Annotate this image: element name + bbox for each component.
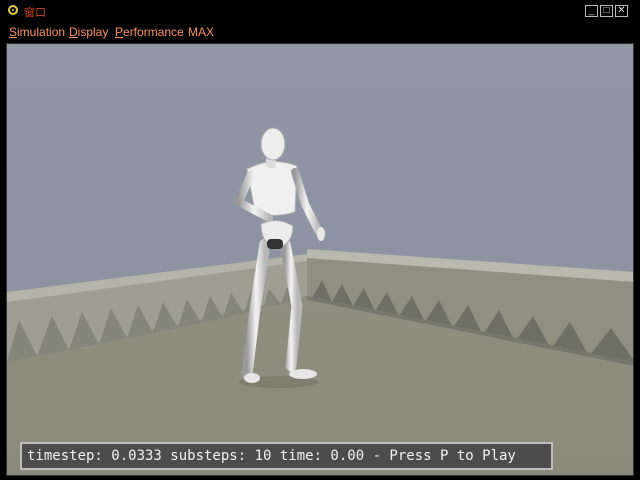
maximize-button[interactable]: □ <box>600 5 613 17</box>
3d-viewport[interactable] <box>6 43 634 476</box>
menu-bar: Simulation Display Performance MAX <box>0 22 640 42</box>
title-bar[interactable]: 窗口 _ □ ✕ <box>0 0 640 22</box>
menu-simulation-rest: imulation <box>17 25 66 39</box>
window-title: 窗口 <box>24 7 46 19</box>
app-icon[interactable] <box>8 5 18 15</box>
menu-display-mnemonic: D <box>69 25 78 39</box>
menu-simulation[interactable]: Simulation <box>9 25 65 39</box>
scene-render <box>7 44 633 475</box>
close-button[interactable]: ✕ <box>615 5 628 17</box>
head <box>260 127 286 161</box>
menu-performance[interactable]: Performance <box>115 25 184 39</box>
app-window: 窗口 _ □ ✕ Simulation Display Performance … <box>0 0 640 480</box>
menu-performance-rest: erformance <box>123 25 184 39</box>
minimize-button[interactable]: _ <box>585 5 598 17</box>
menu-performance-mnemonic: P <box>115 25 124 39</box>
right-foot <box>289 369 317 379</box>
menu-simulation-mnemonic: S <box>9 25 18 39</box>
status-overlay: timestep: 0.0333 substeps: 10 time: 0.00… <box>20 442 553 470</box>
left-foot <box>244 373 260 383</box>
right-hand <box>317 227 325 241</box>
menu-display[interactable]: Display <box>69 25 108 39</box>
menu-max[interactable]: MAX <box>188 25 214 39</box>
hip-joint <box>267 239 283 249</box>
menu-display-rest: isplay <box>77 25 109 39</box>
